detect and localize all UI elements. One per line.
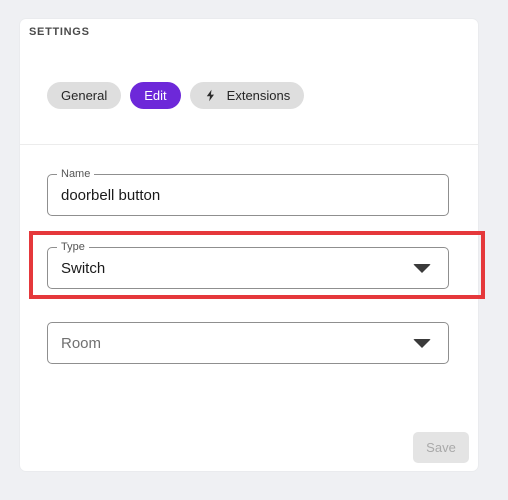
type-select-value: Switch	[61, 259, 106, 277]
settings-card: SETTINGS General Edit Extensions Name do…	[20, 19, 478, 471]
tab-general[interactable]: General	[47, 82, 122, 109]
chevron-down-icon	[413, 339, 431, 348]
tab-edit-label: Edit	[144, 88, 167, 103]
bolt-icon	[204, 89, 217, 102]
type-select[interactable]: Type Switch	[47, 240, 449, 289]
tab-edit[interactable]: Edit	[130, 82, 181, 109]
name-field-value: doorbell button	[61, 186, 161, 204]
room-select[interactable]: Room	[47, 322, 449, 364]
tab-general-label: General	[61, 88, 108, 103]
tab-extensions[interactable]: Extensions	[189, 82, 305, 109]
tab-extensions-label: Extensions	[226, 88, 291, 103]
room-select-placeholder: Room	[61, 334, 102, 352]
chevron-down-icon	[413, 264, 431, 273]
settings-title: SETTINGS	[29, 26, 90, 38]
save-button[interactable]: Save	[413, 432, 469, 463]
name-field[interactable]: Name doorbell button	[47, 167, 449, 216]
tabs: General Edit Extensions	[47, 82, 305, 109]
section-divider	[20, 144, 478, 145]
